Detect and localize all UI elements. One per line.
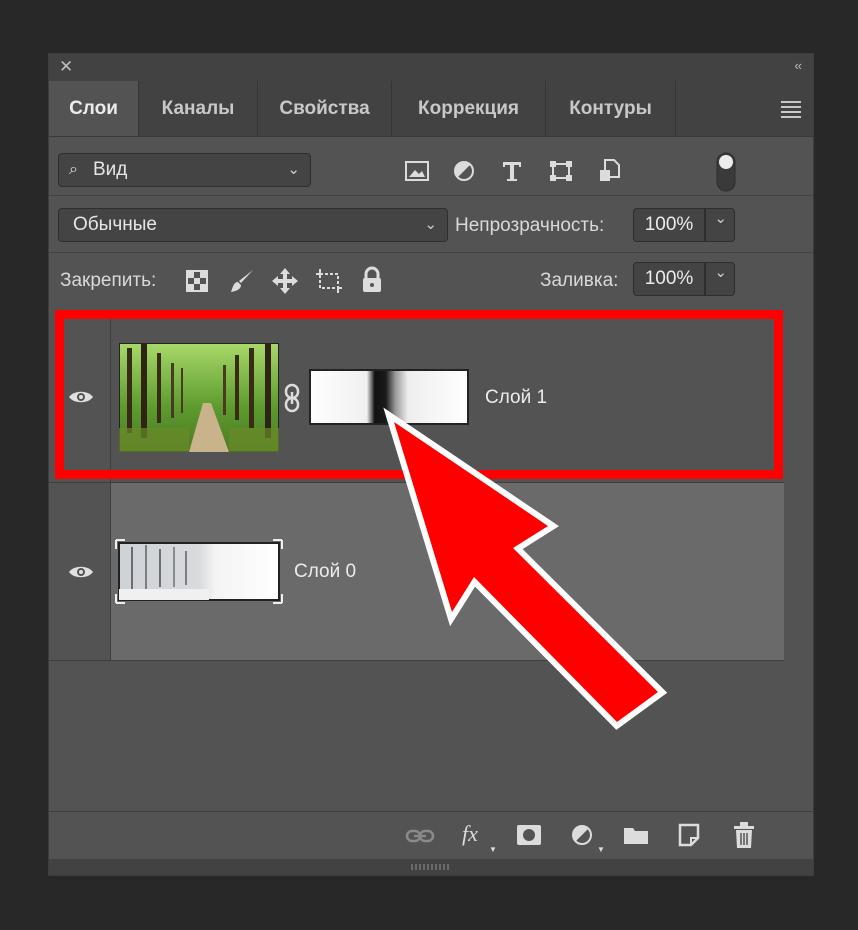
annotation-arrow — [383, 407, 668, 730]
